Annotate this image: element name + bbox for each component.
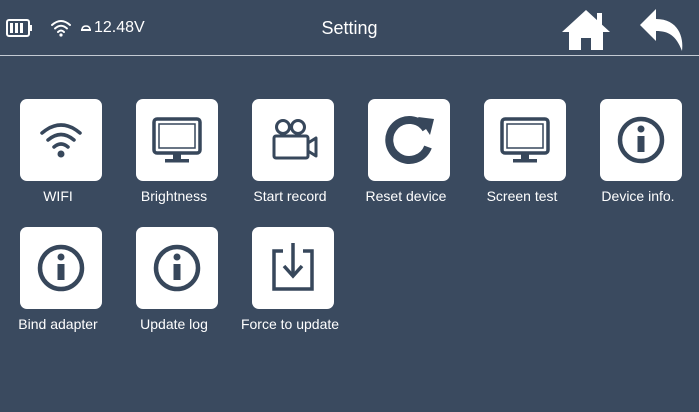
tile-update-log[interactable]: Update log bbox=[116, 227, 232, 343]
tile-start-record-box[interactable] bbox=[252, 99, 334, 181]
wifi-icon bbox=[40, 123, 82, 158]
tile-reset-device[interactable]: Reset device bbox=[348, 99, 464, 215]
tile-start-record-label: Start record bbox=[253, 188, 327, 204]
refresh-icon bbox=[385, 116, 434, 164]
tile-wifi[interactable]: WIFI bbox=[0, 99, 116, 215]
tile-wifi-box[interactable] bbox=[20, 99, 102, 181]
back-arrow-icon bbox=[640, 9, 683, 51]
tile-device-info[interactable]: Device info. bbox=[580, 99, 696, 215]
tile-screen-test[interactable]: Screen test bbox=[464, 99, 580, 215]
top-bar: 12.48V Setting bbox=[0, 0, 699, 55]
home-icon bbox=[562, 10, 610, 50]
tile-force-to-update[interactable]: Force to update bbox=[232, 227, 348, 343]
tile-device-info-label: Device info. bbox=[601, 188, 675, 204]
tile-update-log-label: Update log bbox=[140, 316, 208, 332]
tile-brightness-label: Brightness bbox=[140, 188, 208, 204]
tile-reset-device-label: Reset device bbox=[365, 188, 447, 204]
header-divider bbox=[0, 55, 699, 56]
monitor-icon bbox=[152, 117, 202, 163]
tile-device-info-box[interactable] bbox=[600, 99, 682, 181]
info-icon bbox=[153, 244, 201, 292]
tile-reset-device-box[interactable] bbox=[368, 99, 450, 181]
tile-update-log-box[interactable] bbox=[136, 227, 218, 309]
tile-screen-test-box[interactable] bbox=[484, 99, 566, 181]
info-icon bbox=[617, 116, 665, 164]
monitor-icon bbox=[500, 117, 550, 163]
tile-brightness-box[interactable] bbox=[136, 99, 218, 181]
back-button[interactable] bbox=[638, 7, 686, 53]
video-camera-icon bbox=[272, 119, 318, 160]
tile-bind-adapter-label: Bind adapter bbox=[18, 316, 98, 332]
tile-force-to-update-label: Force to update bbox=[240, 316, 340, 332]
tile-wifi-label: WIFI bbox=[43, 188, 73, 204]
tile-bind-adapter[interactable]: Bind adapter bbox=[0, 227, 116, 343]
info-icon bbox=[37, 244, 85, 292]
tile-force-to-update-box[interactable] bbox=[252, 227, 334, 309]
tile-start-record[interactable]: Start record bbox=[232, 99, 348, 215]
home-button[interactable] bbox=[560, 8, 612, 52]
download-icon bbox=[272, 243, 314, 291]
tile-bind-adapter-box[interactable] bbox=[20, 227, 102, 309]
tile-brightness[interactable]: Brightness bbox=[116, 99, 232, 215]
tile-screen-test-label: Screen test bbox=[486, 188, 558, 204]
